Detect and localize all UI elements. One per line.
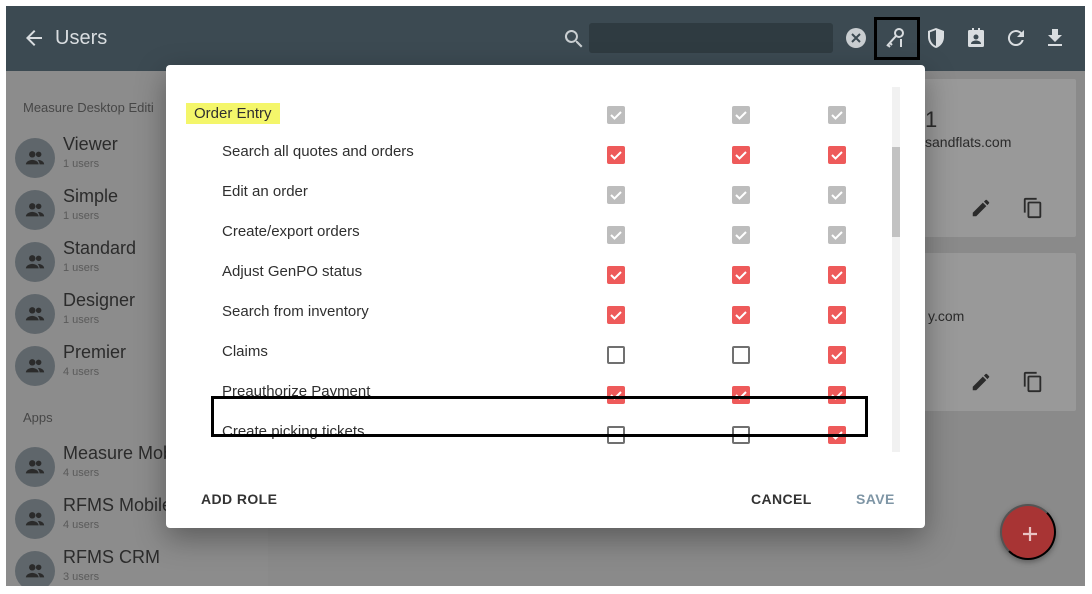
card-number: 1	[925, 107, 938, 132]
permission-checkbox[interactable]	[607, 226, 625, 244]
page-title: Users	[55, 27, 108, 49]
group-checkbox[interactable]	[732, 106, 750, 124]
scrollbar-thumb[interactable]	[892, 147, 900, 237]
permission-row: Claims	[166, 333, 896, 373]
sidebar-item-name: Measure Mob	[63, 443, 174, 463]
card-email: y.com	[928, 308, 965, 324]
permission-label: Create/export orders	[222, 223, 360, 240]
group-label: Order Entry	[186, 103, 280, 124]
add-role-button[interactable]: ADD ROLE	[201, 491, 277, 507]
permission-checkbox[interactable]	[607, 146, 625, 164]
permission-row: Create/export orders	[166, 213, 896, 253]
download-icon[interactable]	[1043, 26, 1067, 50]
sidebar-item-name: RFMS Mobile	[63, 495, 173, 515]
permission-checkbox[interactable]	[732, 346, 750, 364]
permission-label: Search all quotes and orders	[222, 143, 414, 160]
sidebar-item-name: Designer	[63, 290, 136, 310]
group-checkbox[interactable]	[607, 106, 625, 124]
group-icon	[15, 346, 55, 386]
permission-checkbox[interactable]	[828, 346, 846, 364]
permission-checkbox[interactable]	[732, 146, 750, 164]
permission-row: Edit an order	[166, 173, 896, 213]
permission-label: Search from inventory	[222, 303, 369, 320]
group-icon	[15, 447, 55, 487]
sidebar-item-name: Standard	[63, 238, 137, 258]
permission-checkbox[interactable]	[607, 266, 625, 284]
permission-label: Claims	[222, 343, 268, 360]
permission-checkbox[interactable]	[828, 146, 846, 164]
permission-row: Search from inventory	[166, 293, 896, 333]
permission-checkbox[interactable]	[828, 186, 846, 204]
save-button[interactable]: SAVE	[856, 491, 895, 507]
permission-label: Edit an order	[222, 183, 308, 200]
contact-card-icon[interactable]	[964, 26, 988, 50]
sidebar-item-count: 1 users	[63, 210, 100, 222]
group-icon	[15, 242, 55, 282]
permission-checkbox[interactable]	[607, 306, 625, 324]
sidebar-item-name: RFMS CRM	[63, 547, 160, 567]
sidebar-item-name: Viewer	[63, 134, 118, 154]
role-permissions-dialog: Order Entry Search all quotes and orders…	[166, 65, 925, 528]
top-app-bar: Users	[6, 6, 1085, 71]
permission-group-row: Order Entry	[166, 93, 896, 133]
sidebar-section-label: Measure Desktop Editi	[23, 100, 154, 115]
highlight-box	[874, 17, 920, 60]
sidebar-item-rfms-crm[interactable]: RFMS CRM 3 users	[15, 547, 265, 586]
card-email: sandflats.com	[925, 134, 1012, 150]
permissions-list: Order Entry Search all quotes and orders…	[166, 89, 896, 453]
group-icon	[15, 551, 55, 586]
group-icon	[15, 190, 55, 230]
sidebar-item-count: 1 users	[63, 314, 100, 326]
sidebar-item-count: 4 users	[63, 467, 100, 479]
refresh-icon[interactable]	[1004, 26, 1028, 50]
permission-checkbox[interactable]	[732, 306, 750, 324]
group-checkbox[interactable]	[828, 106, 846, 124]
highlight-box	[211, 396, 868, 437]
group-icon	[15, 138, 55, 178]
copy-icon[interactable]	[1022, 371, 1044, 393]
permission-checkbox[interactable]	[732, 186, 750, 204]
group-icon	[15, 499, 55, 539]
group-icon	[15, 294, 55, 334]
permission-checkbox[interactable]	[732, 226, 750, 244]
permission-checkbox[interactable]	[828, 226, 846, 244]
back-arrow-icon[interactable]	[22, 26, 46, 50]
permission-label: Adjust GenPO status	[222, 263, 363, 280]
sidebar-item-count: 1 users	[63, 262, 100, 274]
edit-icon[interactable]	[970, 197, 992, 219]
permission-checkbox[interactable]	[607, 346, 625, 364]
copy-icon[interactable]	[1022, 197, 1044, 219]
sidebar-item-name: Premier	[63, 342, 127, 362]
permission-checkbox[interactable]	[732, 266, 750, 284]
clear-icon[interactable]	[846, 28, 866, 48]
permission-checkbox[interactable]	[607, 186, 625, 204]
sidebar-item-count: 1 users	[63, 158, 100, 170]
search-icon[interactable]	[562, 27, 586, 51]
add-fab-button[interactable]	[1000, 504, 1056, 560]
permission-row: Search all quotes and orders	[166, 133, 896, 173]
permission-row: Adjust GenPO status	[166, 253, 896, 293]
cancel-button[interactable]: CANCEL	[751, 491, 812, 507]
permission-checkbox[interactable]	[828, 306, 846, 324]
scrollbar-track[interactable]	[892, 87, 900, 452]
sidebar-section-label: Apps	[23, 410, 53, 425]
sidebar-item-count: 4 users	[63, 366, 100, 378]
shield-icon[interactable]	[924, 26, 948, 50]
search-input[interactable]	[589, 23, 833, 53]
dialog-actions: ADD ROLE CANCEL SAVE	[166, 485, 925, 515]
sidebar-item-count: 4 users	[63, 519, 100, 531]
edit-icon[interactable]	[970, 371, 992, 393]
permission-checkbox[interactable]	[828, 266, 846, 284]
sidebar-item-name: Simple	[63, 186, 119, 206]
sidebar-item-count: 3 users	[63, 571, 100, 583]
